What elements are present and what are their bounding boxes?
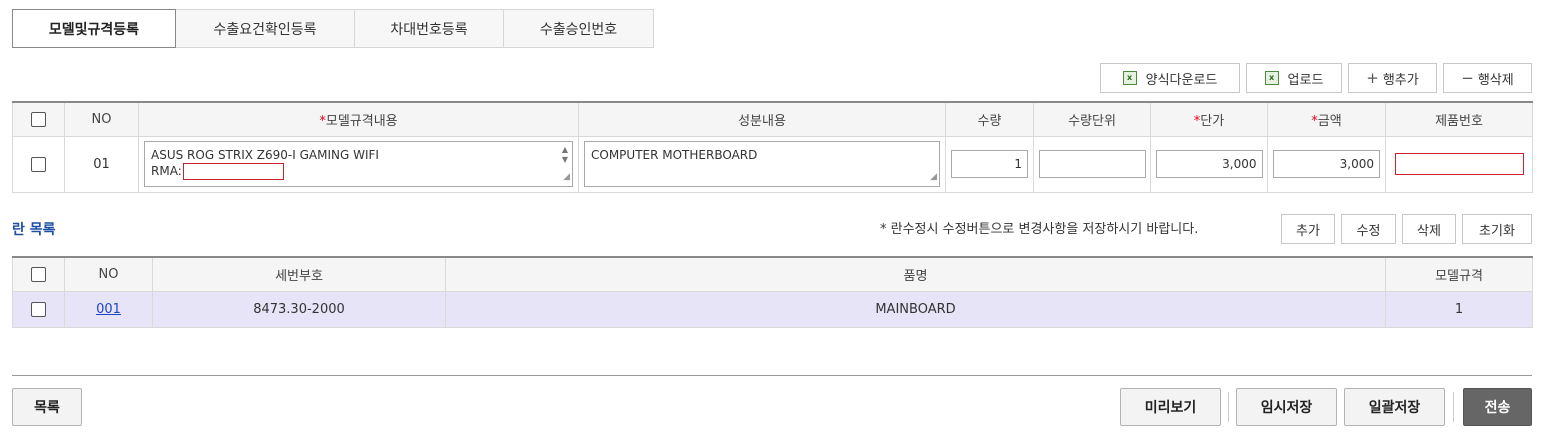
product-no-cell (1385, 135, 1533, 193)
select-all-checkbox[interactable] (31, 111, 46, 127)
list-button[interactable]: 목록 (12, 388, 82, 426)
product-no-header: 제품번호 (1385, 101, 1533, 137)
qty-cell: 1 (945, 135, 1034, 193)
separator (1228, 392, 1229, 422)
template-download-button[interactable]: x 양식다운로드 (1100, 63, 1240, 93)
preview-button[interactable]: 미리보기 (1120, 388, 1221, 426)
table-row[interactable]: 001 8473.30-2000 MAINBOARD 1 (12, 290, 1533, 328)
model-spec-header-label: 모델규격내용 (325, 113, 398, 129)
bulk-save-button[interactable]: 일괄저장 (1344, 388, 1445, 426)
scroll-arrows-icon[interactable]: ▲ ▼ (560, 145, 570, 165)
excel-icon: x (1122, 71, 1137, 85)
amount-input[interactable]: 3,000 (1273, 150, 1380, 178)
resize-grip-icon[interactable]: ◢ (563, 169, 570, 185)
tab-model-spec[interactable]: 모델및규격등록 (12, 9, 176, 48)
hs-code-header: 세번부호 (152, 256, 446, 292)
minus-icon: − (1461, 69, 1474, 87)
tab-export-requirement[interactable]: 수출요건확인등록 (176, 9, 355, 48)
unit-price-input[interactable]: 3,000 (1155, 150, 1263, 178)
product-no-input[interactable] (1394, 153, 1524, 175)
add-row-label: 행추가 (1382, 72, 1419, 88)
upload-button[interactable]: x 업로드 (1246, 63, 1342, 93)
row-no-link[interactable]: 001 (96, 302, 121, 317)
select-all-checkbox[interactable] (31, 266, 46, 282)
amount-cell: 3,000 (1267, 135, 1386, 193)
model-spec-text: ASUS ROG STRIX Z690-I GAMING WIFI (151, 148, 379, 162)
item-name: MAINBOARD (445, 290, 1386, 328)
send-button[interactable]: 전송 (1463, 388, 1532, 426)
unit-price-header: *단가 (1150, 101, 1268, 137)
amount-header: *금액 (1267, 101, 1386, 137)
row-no: 01 (64, 135, 139, 193)
unit-price-cell: 3,000 (1150, 135, 1268, 193)
qty-unit-input[interactable] (1038, 150, 1146, 178)
excel-icon: x (1264, 71, 1279, 85)
row-select-cell (12, 135, 65, 193)
model-spec-header: *모델규격내용 (138, 101, 579, 137)
plus-icon: + (1366, 69, 1379, 87)
table-row: 01 ASUS ROG STRIX Z690-I GAMING WIFI RMA… (12, 135, 1533, 193)
select-all-header (12, 256, 65, 292)
row-no-cell: 001 (64, 290, 153, 328)
delete-row-button[interactable]: − 행삭제 (1443, 63, 1532, 93)
section-title: 란 목록 (12, 222, 56, 238)
model-spec-cell: ASUS ROG STRIX Z690-I GAMING WIFI RMA: ▲… (138, 135, 579, 193)
qty-header: 수량 (945, 101, 1034, 137)
template-download-label: 양식다운로드 (1145, 72, 1218, 88)
qty-input[interactable]: 1 (951, 150, 1028, 178)
item-list-table: NO 세번부호 품명 모델규격 001 8473.30-2000 MAINBOA… (12, 256, 1533, 328)
model-spec-textarea[interactable]: ASUS ROG STRIX Z690-I GAMING WIFI RMA: ▲… (144, 141, 573, 187)
no-header: NO (64, 101, 139, 137)
row-checkbox[interactable] (31, 156, 46, 172)
model-spec: 1 (1385, 290, 1533, 328)
rma-label: RMA: (151, 164, 182, 178)
add-row-button[interactable]: + 행추가 (1348, 63, 1437, 93)
amount-header-label: 금액 (1317, 113, 1342, 129)
add-button[interactable]: 추가 (1281, 214, 1335, 244)
select-all-header (12, 101, 65, 137)
qty-unit-header: 수량단위 (1033, 101, 1151, 137)
qty-unit-cell (1033, 135, 1151, 193)
model-spec-table: NO *모델규격내용 성분내용 수량 수량단위 *단가 *금액 제품번호 01 … (12, 101, 1533, 193)
no-header: NO (64, 256, 153, 292)
item-name-header: 품명 (445, 256, 1386, 292)
component-header: 성분내용 (578, 101, 946, 137)
tab-vin-registration[interactable]: 차대번호등록 (355, 9, 504, 48)
upload-label: 업로드 (1287, 72, 1324, 88)
delete-button[interactable]: 삭제 (1402, 214, 1456, 244)
rma-input[interactable] (182, 163, 284, 180)
unit-price-header-label: 단가 (1200, 113, 1225, 129)
separator (1453, 392, 1454, 422)
hs-code: 8473.30-2000 (152, 290, 446, 328)
component-text: COMPUTER MOTHERBOARD (591, 148, 758, 162)
row-checkbox[interactable] (31, 301, 46, 317)
divider (12, 375, 1532, 376)
tab-bar: 모델및규격등록 수출요건확인등록 차대번호등록 수출승인번호 (12, 9, 654, 48)
delete-row-label: 행삭제 (1477, 72, 1514, 88)
reset-button[interactable]: 초기화 (1462, 214, 1532, 244)
temp-save-button[interactable]: 임시저장 (1236, 388, 1337, 426)
row-select-cell (12, 290, 65, 328)
tab-export-approval-no[interactable]: 수출승인번호 (504, 9, 654, 48)
resize-grip-icon[interactable]: ◢ (930, 169, 937, 185)
component-textarea[interactable]: COMPUTER MOTHERBOARD ◢ (584, 141, 940, 187)
model-spec-header: 모델규격 (1385, 256, 1533, 292)
edit-button[interactable]: 수정 (1341, 214, 1396, 244)
component-cell: COMPUTER MOTHERBOARD ◢ (578, 135, 946, 193)
edit-notice: * 란수정시 수정버튼으로 변경사항을 저장하시기 바랍니다. (880, 222, 1199, 237)
